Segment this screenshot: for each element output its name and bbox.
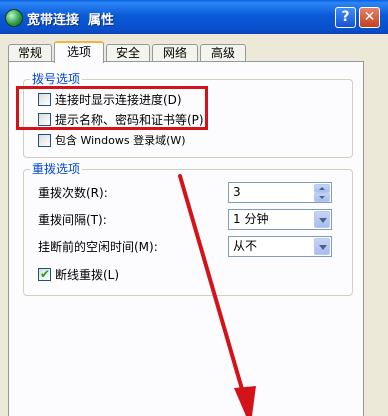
spin-down-icon[interactable] — [314, 193, 330, 202]
close-button[interactable]: ✕ — [359, 7, 380, 28]
redial-if-dropped-label: 断线重拨(L) — [55, 268, 120, 282]
help-button[interactable]: ? — [335, 7, 356, 28]
include-logon-domain-label: 包含 Windows 登录域(W) — [55, 134, 186, 147]
chevron-down-icon[interactable] — [314, 238, 330, 255]
tab-security[interactable]: 安全 — [106, 44, 150, 62]
chevron-down-icon[interactable] — [314, 211, 330, 228]
spin-up-icon[interactable] — [314, 184, 330, 193]
redialing-options-title: 重拨选项 — [30, 162, 83, 176]
window-title: 宽带连接 属性 — [27, 13, 115, 28]
tab-networking[interactable]: 网络 — [152, 44, 198, 62]
tab-advanced[interactable]: 高级 — [200, 44, 246, 62]
idle-time-dropdown[interactable]: 从不 — [228, 236, 332, 257]
checkbox-box[interactable]: ✔ — [38, 267, 51, 281]
network-connection-icon — [5, 9, 23, 27]
idle-time-value: 从不 — [233, 239, 258, 253]
redial-interval-label: 重拨间隔(T): — [38, 213, 107, 227]
tab-general[interactable]: 常规 — [8, 44, 52, 62]
redial-interval-value: 1 分钟 — [233, 212, 269, 226]
checkmark-icon: ✔ — [40, 267, 51, 281]
idle-time-label: 挂断前的空闲时间(M): — [38, 240, 158, 254]
tab-options[interactable]: 选项 — [54, 41, 104, 63]
redialing-options-group: 重拨选项 重拨次数(R): 3 重拨间隔(T): 1 分钟 挂断前的空闲时间(M… — [23, 162, 353, 296]
checkbox-box[interactable] — [38, 134, 51, 147]
title-bar: 宽带连接 属性 ? ✕ — [0, 0, 388, 34]
highlight-box — [16, 86, 208, 130]
redial-attempts-spinner[interactable]: 3 — [228, 182, 332, 203]
dialing-options-title: 拨号选项 — [30, 72, 83, 86]
redial-attempts-value: 3 — [233, 185, 241, 199]
redial-interval-dropdown[interactable]: 1 分钟 — [228, 209, 332, 230]
redial-attempts-label: 重拨次数(R): — [38, 186, 108, 200]
